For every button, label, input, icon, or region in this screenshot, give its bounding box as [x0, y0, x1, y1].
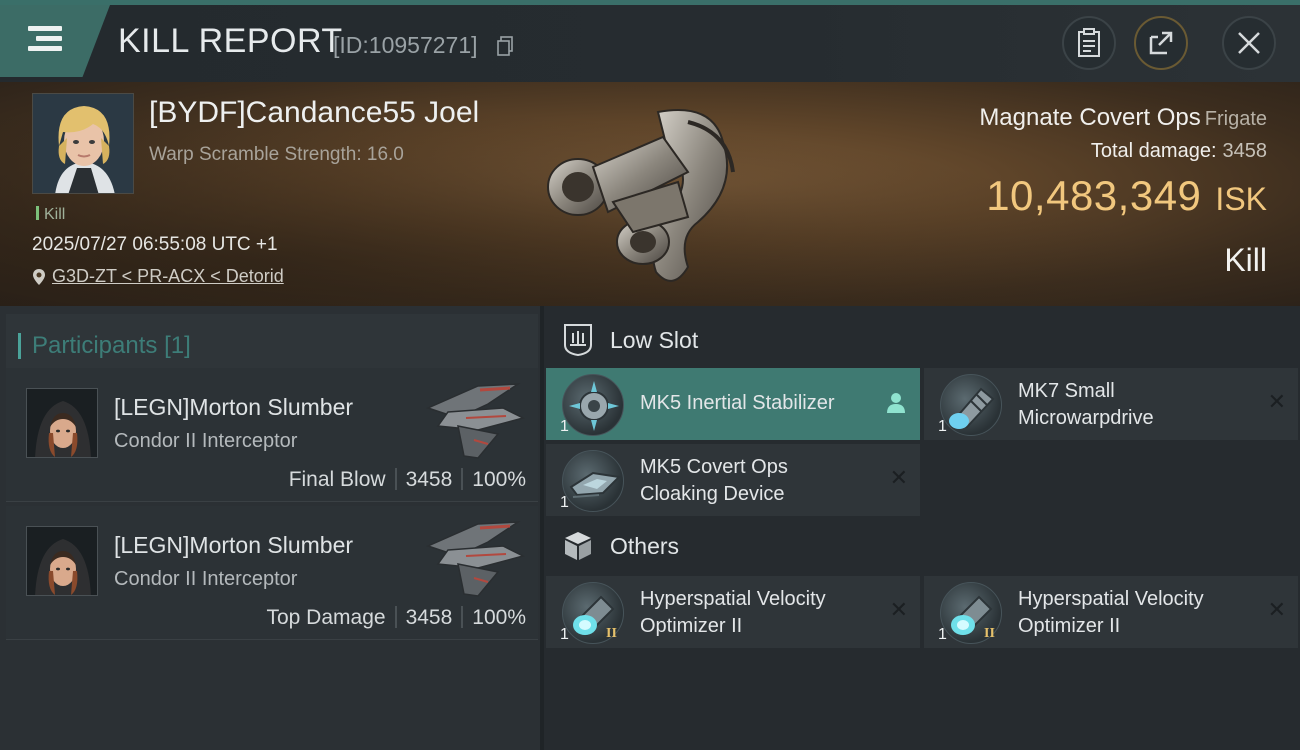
module-name-line2: Microwarpdrive	[1018, 407, 1154, 429]
participant-damage: 3458	[405, 606, 453, 629]
module-name-line1: MK7 Small	[1018, 380, 1115, 402]
module-name: MK7 Small Microwarpdrive	[1018, 378, 1154, 432]
participants-header: Participants [1]	[6, 314, 538, 372]
participant-role: Top Damage	[266, 606, 386, 629]
module-name-line1: Hyperspatial Velocity	[1018, 588, 1204, 610]
participants-title-text: Participants	[32, 332, 158, 359]
ship-class: Frigate	[1204, 108, 1267, 130]
module-name-line2: Cloaking Device	[640, 483, 785, 505]
destroyed-icon: ✕	[1267, 598, 1286, 623]
victim-ship-image	[547, 109, 735, 282]
close-button[interactable]	[1222, 16, 1276, 70]
victim-avatar[interactable]	[32, 93, 134, 194]
share-icon	[1149, 31, 1173, 55]
victim-ship-name[interactable]: Magnate Covert Ops Frigate	[979, 104, 1267, 132]
location-pin-icon	[33, 268, 45, 285]
location-text: G3D-ZT < PR-ACX < Detorid	[52, 266, 284, 286]
victim-name[interactable]: [BYDF]Candance55 Joel	[149, 96, 479, 130]
participant-percent: 100%	[472, 468, 526, 491]
clipboard-icon	[1078, 28, 1100, 57]
ship-name-text: Magnate Covert Ops	[979, 104, 1201, 131]
microwarpdrive-icon	[940, 374, 1002, 436]
isk-value: 10,483,349 ISK	[986, 172, 1267, 220]
total-damage-label: Total damage:	[1090, 140, 1217, 162]
kill-datetime: 2025/07/27 06:55:08 UTC +1	[32, 234, 278, 255]
module-quantity: 1	[938, 418, 947, 435]
fitting-panel: Low Slot 1 MK5 Inertial Stabilizer 1 MK7…	[540, 306, 1300, 750]
tier-badge: II	[984, 626, 995, 641]
close-icon	[1238, 32, 1260, 54]
page-title: KILL REPORT	[118, 22, 343, 60]
menu-icon-bar	[28, 26, 62, 31]
low-slot-header: Low Slot	[562, 320, 698, 360]
report-id: [ID:10957271]	[333, 32, 478, 58]
participant-role: Final Blow	[288, 468, 386, 491]
module-inertial-stabilizer[interactable]: 1 MK5 Inertial Stabilizer	[546, 368, 920, 440]
module-name: MK5 Covert Ops Cloaking Device	[640, 454, 788, 508]
total-damage: Total damage: 3458	[1091, 140, 1267, 163]
module-name: MK5 Inertial Stabilizer	[640, 392, 835, 414]
destroyed-icon: ✕	[889, 466, 908, 491]
menu-button[interactable]	[0, 5, 110, 77]
kill-tag: Kill	[36, 206, 65, 224]
share-button[interactable]	[1134, 16, 1188, 70]
participant-row[interactable]: [LEGN]Morton Slumber Condor II Intercept…	[6, 368, 538, 502]
kill-location-link[interactable]: G3D-ZT < PR-ACX < Detorid	[32, 266, 284, 287]
cloaking-device-icon	[562, 450, 624, 512]
destroyed-icon: ✕	[889, 598, 908, 623]
module-quantity: 1	[560, 626, 569, 643]
participant-name: [LEGN]Morton Slumber	[114, 394, 354, 420]
top-bar: KILL REPORT [ID:10957271]	[0, 0, 1300, 82]
isk-unit: ISK	[1215, 181, 1267, 217]
total-damage-value: 3458	[1222, 140, 1268, 162]
victim-banner: [BYDF]Candance55 Joel Warp Scramble Stre…	[0, 82, 1300, 306]
module-name-line1: MK5 Covert Ops	[640, 456, 788, 478]
participant-percent: 100%	[472, 606, 526, 629]
copy-icon[interactable]	[497, 36, 513, 56]
participant-stats: Final Blow 3458 100%	[289, 468, 526, 492]
module-name: Hyperspatial Velocity Optimizer II	[1018, 586, 1204, 640]
destroyed-icon: ✕	[1267, 390, 1286, 415]
participants-title: Participants [1]	[18, 332, 191, 360]
participant-ship-image	[425, 521, 526, 597]
participant-ship: Condor II Interceptor	[114, 430, 298, 452]
participant-damage: 3458	[405, 468, 453, 491]
participant-avatar	[26, 526, 98, 596]
low-slot-icon	[564, 324, 592, 357]
menu-icon-bar	[28, 46, 62, 51]
module-name-line1: Hyperspatial Velocity	[640, 588, 826, 610]
module-quantity: 1	[560, 418, 569, 435]
participant-stats: Top Damage 3458 100%	[266, 606, 526, 630]
participant-avatar	[26, 388, 98, 458]
participant-row[interactable]: [LEGN]Morton Slumber Condor II Intercept…	[6, 506, 538, 640]
participants-panel: Participants [1] [LEGN]Morton Slumber Co…	[0, 306, 540, 750]
module-name-line2: Optimizer II	[640, 615, 743, 637]
cargo-box-icon	[565, 532, 591, 560]
others-header: Others	[562, 526, 679, 566]
inertial-stabilizer-icon	[562, 374, 624, 436]
module-quantity: 1	[560, 494, 569, 511]
module-name: Hyperspatial Velocity Optimizer II	[640, 586, 826, 640]
pilot-icon	[887, 393, 905, 413]
module-name-line2: Optimizer II	[1018, 615, 1121, 637]
module-microwarpdrive[interactable]: 1 MK7 Small Microwarpdrive ✕	[924, 368, 1298, 440]
low-slot-label: Low Slot	[610, 326, 699, 353]
module-quantity: 1	[938, 626, 947, 643]
module-velocity-optimizer[interactable]: 1 II Hyperspatial Velocity Optimizer II …	[924, 576, 1298, 648]
participants-count: [1]	[164, 332, 191, 359]
module-velocity-optimizer[interactable]: 1 II Hyperspatial Velocity Optimizer II …	[546, 576, 920, 648]
module-cloaking-device[interactable]: 1 MK5 Covert Ops Cloaking Device ✕	[546, 444, 920, 516]
clipboard-button[interactable]	[1062, 16, 1116, 70]
participant-ship: Condor II Interceptor	[114, 568, 298, 590]
tier-badge: II	[606, 626, 617, 641]
warp-scramble-strength: Warp Scramble Strength: 16.0	[149, 144, 404, 165]
menu-icon-bar	[36, 36, 62, 41]
participant-name: [LEGN]Morton Slumber	[114, 532, 354, 558]
participant-ship-image	[425, 383, 526, 459]
kill-result-label: Kill	[1224, 242, 1267, 278]
others-label: Others	[610, 532, 680, 559]
isk-amount: 10,483,349	[986, 172, 1202, 219]
